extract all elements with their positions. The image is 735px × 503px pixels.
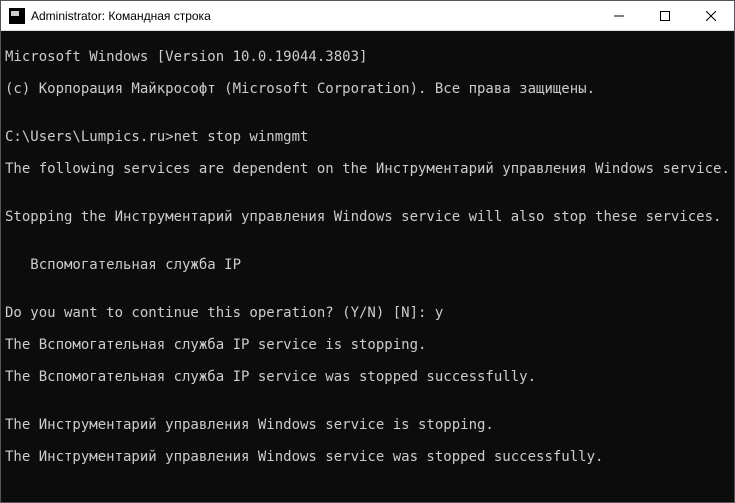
console-text: The Вспомогательная служба IP service wa… [5,369,730,385]
console-text: The following services are dependent on … [5,161,730,177]
close-button[interactable] [688,1,734,30]
console-text: (c) Корпорация Майкрософт (Microsoft Cor… [5,81,730,97]
console-prompt-line: C:\Users\Lumpics.ru>net stop winmgmt [5,129,730,145]
console-text: The Вспомогательная служба IP service is… [5,337,730,353]
console-text: The Инструментарий управления Windows se… [5,449,730,465]
console-text: Microsoft Windows [Version 10.0.19044.38… [5,49,730,65]
titlebar[interactable]: Administrator: Командная строка [1,1,734,31]
cmd-icon [9,8,25,24]
prompt-path: C:\Users\Lumpics.ru> [5,129,174,145]
console-text: Вспомогательная служба IP [5,257,730,273]
command-prompt-window: Administrator: Командная строка Microsof… [0,0,735,503]
minimize-button[interactable] [596,1,642,30]
console-text: Do you want to continue this operation? … [5,305,730,321]
prompt-command: net stop winmgmt [174,129,309,145]
maximize-button[interactable] [642,1,688,30]
window-title: Administrator: Командная строка [31,9,596,23]
console-area[interactable]: Microsoft Windows [Version 10.0.19044.38… [1,31,734,502]
window-controls [596,1,734,30]
console-text: The Инструментарий управления Windows se… [5,417,730,433]
console-text: Stopping the Инструментарий управления W… [5,209,730,225]
